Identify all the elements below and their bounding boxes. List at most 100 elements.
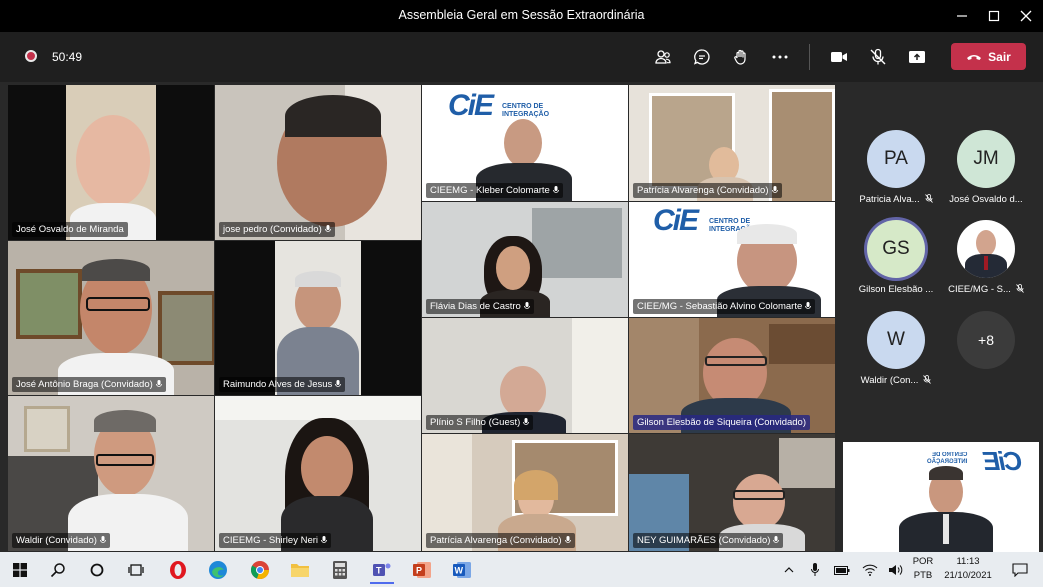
avatar: PA bbox=[867, 130, 925, 188]
ciee-logo: CiE bbox=[653, 204, 699, 237]
wifi-icon bbox=[862, 564, 878, 576]
clock-date: 21/10/2021 bbox=[944, 570, 992, 581]
powerpoint-app[interactable]: P bbox=[410, 558, 434, 582]
opera-app[interactable] bbox=[166, 558, 190, 582]
participant-name: Patrícia Alvarenga (Convidado) bbox=[426, 533, 575, 548]
file-explorer-app[interactable] bbox=[288, 558, 312, 582]
chat-button[interactable] bbox=[689, 44, 715, 70]
video-tile[interactable]: José Osvaldo de Miranda bbox=[8, 85, 214, 240]
notification-icon bbox=[1012, 563, 1028, 577]
raise-hand-icon bbox=[734, 49, 746, 65]
opera-icon bbox=[170, 561, 186, 579]
cortana-icon bbox=[90, 563, 104, 577]
video-tile[interactable]: José Antônio Braga (Convidado) bbox=[8, 241, 214, 395]
participant-name: Plínio S Filho (Guest) bbox=[426, 415, 534, 430]
video-tile[interactable]: CiE CENTRO DE INTEGRAÇÃO CIEEMG - Kleber … bbox=[422, 85, 628, 201]
video-tile[interactable]: CiE CENTRO DE INTEGRAÇÃO CIEE/MG - Sebast… bbox=[629, 202, 835, 317]
participant-name: Gilson Elesbão de Siqueira (Convidado) bbox=[633, 415, 810, 430]
video-tile[interactable]: Plínio S Filho (Guest) bbox=[422, 318, 628, 433]
svg-text:T: T bbox=[376, 566, 382, 576]
word-app[interactable]: W bbox=[450, 558, 474, 582]
share-screen-icon bbox=[909, 51, 925, 63]
tray-chevron[interactable] bbox=[780, 558, 798, 582]
participant-name: CIEEMG - Shirley Neri bbox=[219, 533, 332, 548]
video-tile[interactable]: CIEEMG - Shirley Neri bbox=[215, 396, 421, 551]
roster-name: Gilson Elesbão ... bbox=[858, 284, 934, 295]
mic-off-icon bbox=[870, 48, 886, 65]
language-code: POR bbox=[912, 556, 934, 567]
video-tile[interactable]: Waldir (Convidado) bbox=[8, 396, 214, 551]
word-icon: W bbox=[453, 562, 471, 578]
video-tile[interactable]: Patrícia Alvarenga (Convidado) bbox=[629, 85, 835, 201]
video-tile[interactable]: Gilson Elesbão de Siqueira (Convidado) bbox=[629, 318, 835, 433]
calculator-icon bbox=[333, 561, 347, 579]
title-bar: Assembleia Geral em Sessão Extraordinári… bbox=[0, 0, 1043, 32]
video-tile[interactable]: jose pedro (Convidado) bbox=[215, 85, 421, 240]
avatar: W bbox=[867, 311, 925, 369]
tray-wifi[interactable] bbox=[860, 558, 880, 582]
participant-name: jose pedro (Convidado) bbox=[219, 222, 335, 237]
roster-item[interactable]: CIEE/MG - S... bbox=[941, 220, 1031, 295]
tray-volume[interactable] bbox=[886, 558, 906, 582]
roster-item[interactable]: JM José Osvaldo d... bbox=[941, 130, 1031, 205]
video-tile[interactable]: Flávia Dias de Castro bbox=[422, 202, 628, 317]
reactions-button[interactable] bbox=[728, 44, 754, 70]
recording-icon bbox=[25, 50, 37, 62]
minimize-button[interactable] bbox=[946, 0, 978, 32]
maximize-button[interactable] bbox=[978, 0, 1010, 32]
minimize-icon bbox=[957, 15, 967, 17]
cortana-button[interactable] bbox=[85, 558, 109, 582]
search-button[interactable] bbox=[46, 558, 70, 582]
video-tile[interactable]: NEY GUIMARÃES (Convidado) bbox=[629, 434, 835, 551]
mic-icon bbox=[564, 536, 571, 543]
participant-roster: PA Patricia Alva... JM José Osvaldo d...… bbox=[840, 82, 1043, 442]
participant-name: Patrícia Alvarenga (Convidado) bbox=[633, 183, 782, 198]
maximize-icon bbox=[988, 10, 1000, 22]
more-actions-button[interactable] bbox=[767, 44, 793, 70]
more-participants-button[interactable]: +8 bbox=[941, 311, 1031, 369]
camera-button[interactable] bbox=[826, 44, 852, 70]
mic-button[interactable] bbox=[865, 44, 891, 70]
teams-app[interactable]: T bbox=[370, 558, 394, 584]
leave-button[interactable]: Sair bbox=[951, 43, 1026, 70]
participant-name: Raimundo Alves de Jesus bbox=[219, 377, 346, 392]
avatar: JM bbox=[957, 130, 1015, 188]
windows-taskbar: T P W POR PTB 11:13 21/10/2021 bbox=[0, 552, 1043, 587]
edge-app[interactable] bbox=[206, 558, 230, 582]
roster-item[interactable]: GS Gilson Elesbão ... bbox=[851, 220, 941, 295]
mic-icon bbox=[324, 225, 331, 232]
start-button[interactable] bbox=[8, 558, 32, 582]
logo-text: CENTRO DE INTEGRAÇÃO bbox=[502, 103, 550, 118]
self-view[interactable]: CiE CENTRO DE INTEGRAÇÃO bbox=[843, 442, 1039, 552]
share-button[interactable] bbox=[904, 44, 930, 70]
participant-name: José Antônio Braga (Convidado) bbox=[12, 377, 166, 392]
svg-text:W: W bbox=[455, 566, 464, 576]
video-tile[interactable]: Raimundo Alves de Jesus bbox=[215, 241, 421, 395]
participants-button[interactable] bbox=[650, 44, 676, 70]
camera-icon bbox=[831, 52, 847, 62]
task-view-button[interactable] bbox=[124, 558, 148, 582]
meeting-toolbar: 50:49 Sair bbox=[0, 32, 1043, 82]
mic-off-icon bbox=[923, 375, 932, 384]
roster-name: CIEE/MG - S... bbox=[941, 284, 1031, 295]
tray-battery[interactable] bbox=[832, 558, 852, 582]
roster-item[interactable]: PA Patricia Alva... bbox=[851, 130, 941, 205]
mic-off-icon bbox=[1016, 284, 1024, 293]
clock[interactable]: 11:13 21/10/2021 bbox=[938, 556, 998, 581]
roster-item[interactable]: W Waldir (Con... bbox=[851, 311, 941, 386]
close-button[interactable] bbox=[1010, 0, 1042, 32]
chat-icon bbox=[693, 49, 710, 65]
video-tile[interactable]: Patrícia Alvarenga (Convidado) bbox=[422, 434, 628, 551]
language-indicator[interactable]: POR PTB bbox=[909, 556, 937, 581]
mic-icon bbox=[811, 563, 819, 576]
roster-name: Waldir (Con... bbox=[851, 375, 941, 386]
volume-icon bbox=[889, 565, 903, 575]
edge-icon bbox=[209, 561, 227, 579]
calculator-app[interactable] bbox=[328, 558, 352, 582]
notification-button[interactable] bbox=[1008, 558, 1032, 582]
chevron-up-icon bbox=[784, 567, 794, 573]
tray-mic[interactable] bbox=[806, 558, 824, 582]
participant-name: Flávia Dias de Castro bbox=[426, 299, 534, 314]
chrome-app[interactable] bbox=[248, 558, 272, 582]
search-icon bbox=[50, 563, 65, 578]
